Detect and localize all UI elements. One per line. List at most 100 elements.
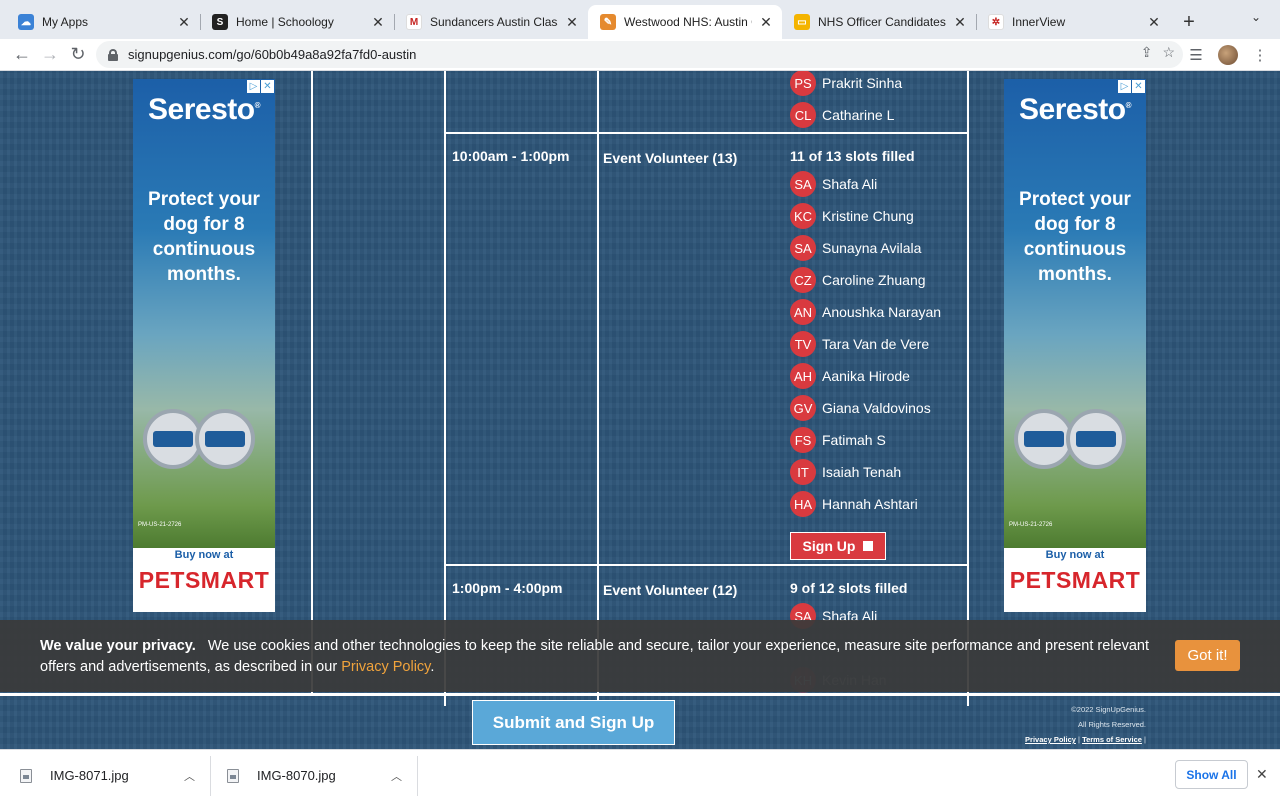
petsmart-logo: PETSMART bbox=[1009, 567, 1141, 593]
address-bar[interactable]: signupgenius.com/go/60b0b49a8a92fa7fd0-a… bbox=[96, 41, 1183, 68]
download-filename: IMG-8071.jpg bbox=[50, 768, 129, 783]
tabs: ☁ My Apps ✕ S Home | Schoology ✕ M Sundancers A… bbox=[6, 5, 1170, 39]
privacy-policy-footer-link[interactable]: Privacy Policy bbox=[1025, 735, 1076, 744]
list-item: SA Shafa Ali bbox=[790, 168, 941, 200]
avatar bbox=[1218, 45, 1238, 65]
volunteer-name: Anoushka Narayan bbox=[822, 304, 942, 320]
adchoices-icon[interactable]: ▷ bbox=[247, 80, 260, 93]
forward-icon[interactable]: → bbox=[36, 41, 64, 69]
tab-2[interactable]: S Home | Schoology ✕ bbox=[200, 5, 394, 39]
chevron-up-icon[interactable]: ︿ bbox=[391, 768, 402, 784]
close-downloads-icon[interactable]: ✕ bbox=[1256, 766, 1268, 783]
volunteer-name: Kristine Chung bbox=[822, 208, 914, 224]
lock-icon[interactable] bbox=[108, 48, 118, 61]
column-divider bbox=[597, 71, 599, 132]
tab-6[interactable]: ✲ InnerView ✕ bbox=[976, 5, 1170, 39]
tab-5[interactable]: ▭ NHS Officer Candidates Meeting ✕ bbox=[782, 5, 976, 39]
collar-tin-image bbox=[1066, 409, 1126, 469]
volunteer-name: Shafa Ali bbox=[822, 176, 878, 192]
rights-line: All Rights Reserved. bbox=[1078, 720, 1146, 729]
collar-tin-image bbox=[1014, 409, 1074, 469]
tab-close-icon[interactable]: ✕ bbox=[176, 14, 192, 30]
ad-copy: Protect your dog for 8 continuous months… bbox=[148, 189, 260, 285]
terms-of-service-link[interactable]: Terms of Service bbox=[1082, 735, 1142, 744]
reading-list-icon[interactable]: ☰ bbox=[1184, 41, 1208, 69]
menu-kebab-icon[interactable]: ⋮ bbox=[1248, 41, 1272, 69]
ad-copy: Protect your dog for 8 continuous months… bbox=[1019, 189, 1131, 285]
role-label: Event Volunteer (12) bbox=[603, 582, 738, 598]
show-all-button[interactable]: Show All bbox=[1175, 760, 1248, 789]
volunteer-name: Prakrit Sinha bbox=[822, 75, 903, 91]
volunteer-name: Isaiah Tenah bbox=[822, 464, 902, 480]
download-item[interactable]: IMG-8071.jpg bbox=[20, 750, 129, 800]
download-separator bbox=[210, 756, 211, 796]
footer-divider bbox=[0, 693, 1280, 696]
volunteer-name: Fatimah S bbox=[822, 432, 886, 448]
tab-close-icon[interactable]: ✕ bbox=[564, 14, 580, 30]
initials-badge: SA bbox=[790, 171, 816, 197]
list-item: PS Prakrit Sinha bbox=[790, 71, 902, 99]
sign-up-label: Sign Up bbox=[802, 538, 856, 554]
tab-close-icon[interactable]: ✕ bbox=[758, 14, 774, 30]
download-item[interactable]: IMG-8070.jpg bbox=[227, 750, 336, 800]
toolbar-right: ☰ ⋮ bbox=[1184, 41, 1272, 69]
list-item: GV Giana Valdovinos bbox=[790, 392, 941, 424]
ad-right[interactable]: ▷ ✕ Seresto® Protect your dog for 8 cont… bbox=[1004, 79, 1146, 612]
volunteer-name: Caroline Zhuang bbox=[822, 272, 926, 288]
submit-and-sign-up-button[interactable]: Submit and Sign Up bbox=[472, 700, 675, 745]
tab-title: InnerView bbox=[1012, 15, 1066, 29]
adchoices-icon[interactable]: ▷ bbox=[1118, 80, 1131, 93]
volunteer-list: SA Shafa Ali KC Kristine Chung SA Sunayna Avi… bbox=[790, 168, 941, 520]
image-file-icon bbox=[20, 768, 32, 783]
slides-icon: ▭ bbox=[794, 14, 810, 30]
list-item: CZ Caroline Zhuang bbox=[790, 264, 941, 296]
tab-4[interactable]: ✎ Westwood NHS: Austin Classic ✕ bbox=[588, 5, 782, 39]
table-row: PS Prakrit Sinha CL Catharine L bbox=[444, 71, 969, 134]
tab-3[interactable]: M Sundancers Austin Classic ✕ bbox=[394, 5, 588, 39]
checkbox-icon[interactable] bbox=[863, 541, 874, 551]
privacy-policy-link[interactable]: Privacy Policy bbox=[341, 659, 430, 675]
ad-buy-text: Buy now at bbox=[1045, 549, 1105, 561]
volunteer-name: Aanika Hirode bbox=[822, 368, 910, 384]
cloud-icon: ☁ bbox=[18, 14, 34, 30]
bookmark-star-icon[interactable]: ☆ bbox=[1162, 44, 1175, 61]
initials-badge: FS bbox=[790, 427, 816, 453]
list-item: TV Tara Van de Vere bbox=[790, 328, 941, 360]
profile-avatar[interactable] bbox=[1216, 41, 1240, 69]
list-item: AN Anoushka Narayan bbox=[790, 296, 941, 328]
ad-close-icon[interactable]: ✕ bbox=[261, 80, 274, 93]
signupgenius-icon: ✎ bbox=[600, 14, 616, 30]
initials-badge: CL bbox=[790, 102, 816, 128]
tab-search-icon[interactable]: ⌄ bbox=[1246, 10, 1266, 30]
initials-badge: TV bbox=[790, 331, 816, 357]
sign-up-button[interactable]: Sign Up bbox=[790, 532, 886, 560]
reload-icon[interactable]: ↻ bbox=[64, 41, 92, 69]
ad-controls: ▷ ✕ bbox=[247, 80, 274, 93]
tab-title: Westwood NHS: Austin Classic bbox=[624, 15, 752, 29]
chevron-up-icon[interactable]: ︿ bbox=[184, 768, 195, 784]
tab-1[interactable]: ☁ My Apps ✕ bbox=[6, 5, 200, 39]
ad-left[interactable]: ▷ ✕ Seresto® Protect your dog for 8 cont… bbox=[133, 79, 275, 612]
volunteer-name: Catharine L bbox=[822, 107, 895, 123]
gmail-icon: M bbox=[406, 14, 422, 30]
tab-close-icon[interactable]: ✕ bbox=[952, 14, 968, 30]
list-item: KC Kristine Chung bbox=[790, 200, 941, 232]
initials-badge: GV bbox=[790, 395, 816, 421]
tab-close-icon[interactable]: ✕ bbox=[1146, 14, 1162, 30]
new-tab-button[interactable]: + bbox=[1174, 5, 1204, 39]
tab-title: Home | Schoology bbox=[236, 15, 334, 29]
got-it-button[interactable]: Got it! bbox=[1175, 640, 1240, 671]
initials-badge: KC bbox=[790, 203, 816, 229]
back-icon[interactable]: ← bbox=[8, 41, 36, 69]
ad-close-icon[interactable]: ✕ bbox=[1132, 80, 1145, 93]
list-item: CL Catharine L bbox=[790, 99, 902, 131]
link-separator: | bbox=[1078, 735, 1080, 744]
ad-code: PM-US-21-2726 bbox=[1009, 522, 1053, 528]
list-item: AH Aanika Hirode bbox=[790, 360, 941, 392]
share-icon[interactable]: ⇪ bbox=[1141, 44, 1153, 61]
tab-close-icon[interactable]: ✕ bbox=[370, 14, 386, 30]
cookie-heading: We value your privacy. bbox=[40, 638, 196, 654]
image-file-icon bbox=[227, 768, 239, 783]
page-content: ▷ ✕ Seresto® Protect your dog for 8 cont… bbox=[0, 71, 1280, 749]
cookie-message: We value your privacy. We use cookies an… bbox=[40, 636, 1150, 678]
